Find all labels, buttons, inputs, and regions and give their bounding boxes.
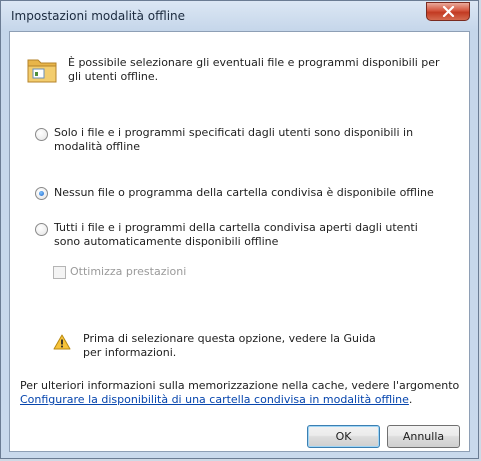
close-icon <box>442 6 455 17</box>
ok-button[interactable]: OK <box>307 425 380 448</box>
dialog-content: È possibile selezionare gli eventuali fi… <box>9 31 470 452</box>
folder-icon <box>27 59 57 83</box>
radio-all-files-label[interactable]: Tutti i file e i programmi della cartell… <box>54 221 434 249</box>
warning-text: Prima di selezionare questa opzione, ved… <box>83 332 376 359</box>
footer-text: Per ulteriori informazioni sulla memoriz… <box>20 379 460 392</box>
footer-info: Per ulteriori informazioni sulla memoriz… <box>20 379 460 407</box>
title-bar[interactable]: Impostazioni modalità offline <box>1 1 478 31</box>
warning-icon <box>53 334 71 350</box>
optimize-checkbox-label[interactable]: Ottimizza prestazioni <box>70 265 186 279</box>
radio-user-specified-label[interactable]: Solo i file e i programmi specificati da… <box>54 126 454 154</box>
dialog-window: Impostazioni modalità offline È possibil… <box>0 0 479 459</box>
radio-no-files[interactable] <box>35 187 48 200</box>
radio-no-files-label[interactable]: Nessun file o programma della cartella c… <box>54 186 454 200</box>
help-link[interactable]: Configurare la disponibilità di una cart… <box>20 393 409 406</box>
footer-link-suffix: . <box>408 393 413 406</box>
optimize-checkbox[interactable] <box>53 266 66 279</box>
close-button[interactable] <box>426 2 470 21</box>
radio-user-specified[interactable] <box>35 128 48 141</box>
intro-text: È possibile selezionare gli eventuali fi… <box>68 56 440 83</box>
cancel-button[interactable]: Annulla <box>387 425 460 448</box>
radio-all-files[interactable] <box>35 223 48 236</box>
window-title: Impostazioni modalità offline <box>11 9 186 23</box>
